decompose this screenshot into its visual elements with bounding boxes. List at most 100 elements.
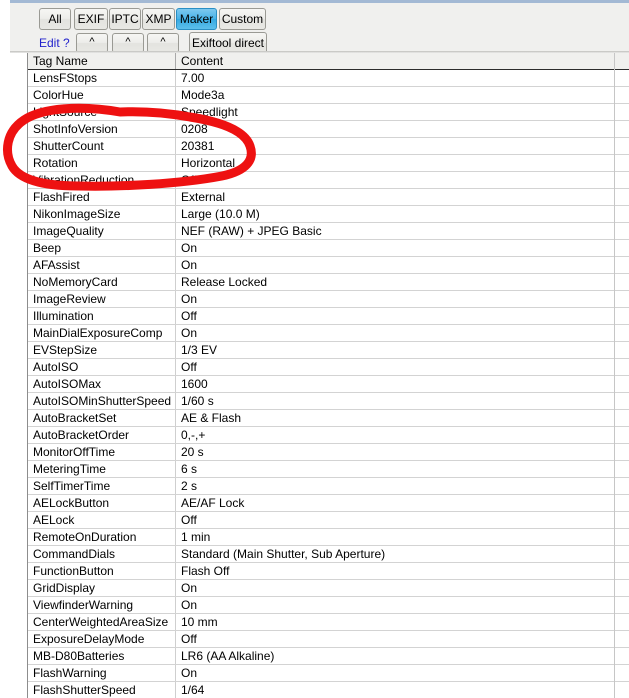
tab-all[interactable]: All [39, 8, 71, 30]
cell-content: 7.00 [181, 71, 205, 85]
table-row[interactable]: MainDialExposureComp On [28, 325, 629, 342]
cell-content: 1/64 [181, 683, 205, 697]
chevron-up-button-1[interactable]: ^ [76, 33, 108, 53]
table-row[interactable]: FlashShutterSpeed 1/64 [28, 682, 629, 698]
table-row[interactable]: AFAssist On [28, 257, 629, 274]
metadata-table-panel[interactable]: Tag Name Content LensFStops 7.00 ColorHue M… [10, 53, 629, 698]
cell-content: Mode3a [181, 88, 225, 102]
table-row[interactable]: RemoteOnDuration 1 min [28, 529, 629, 546]
table-row[interactable]: AutoISO Off [28, 359, 629, 376]
chevron-up-icon: ^ [160, 35, 166, 48]
cell-content: On [181, 258, 198, 272]
table-row[interactable]: VibrationReduction Off [28, 172, 629, 189]
cell-tag-name: Rotation [28, 155, 176, 171]
table-row[interactable]: Rotation Horizontal [28, 155, 629, 172]
cell-content: NEF (RAW) + JPEG Basic [181, 224, 322, 238]
table-row[interactable]: MeteringTime 6 s [28, 461, 629, 478]
column-header-content[interactable]: Content [176, 53, 629, 69]
tab-custom[interactable]: Custom [219, 8, 266, 30]
table-row[interactable]: Beep On [28, 240, 629, 257]
cell-tag-name: ColorHue [28, 87, 176, 103]
cell-content: AE & Flash [181, 411, 242, 425]
table-row[interactable]: CommandDials Standard (Main Shutter, Sub … [28, 546, 629, 563]
table-row[interactable]: MonitorOffTime 20 s [28, 444, 629, 461]
cell-tag-name: AutoISO [28, 359, 176, 375]
table-row[interactable]: ShotInfoVersion 0208 [28, 121, 629, 138]
table-row[interactable]: FlashWarning On [28, 665, 629, 682]
table-row[interactable]: NoMemoryCard Release Locked [28, 274, 629, 291]
cell-tag-name: MB-D80Batteries [28, 648, 176, 664]
edit-link[interactable]: Edit ? [39, 36, 70, 50]
cell-tag-name: LightSource [28, 104, 176, 120]
table-row[interactable]: Illumination Off [28, 308, 629, 325]
table-row[interactable]: GridDisplay On [28, 580, 629, 597]
tab-maker[interactable]: Maker [176, 8, 217, 30]
cell-content: Off [181, 173, 197, 187]
tab-iptc[interactable]: IPTC [109, 8, 141, 30]
cell-tag-name: AELockButton [28, 495, 176, 511]
cell-tag-name: CommandDials [28, 546, 176, 562]
chevron-up-button-3[interactable]: ^ [147, 33, 179, 53]
table-row[interactable]: SelfTimerTime 2 s [28, 478, 629, 495]
tab-custom-label: Custom [221, 12, 264, 26]
toolbar: All EXIF IPTC XMP Maker Custom Edit ? ^ … [10, 3, 629, 54]
cell-content: AE/AF Lock [181, 496, 245, 510]
table-row[interactable]: LensFStops 7.00 [28, 70, 629, 87]
cell-tag-name: LensFStops [28, 70, 176, 86]
table-row[interactable]: MB-D80Batteries LR6 (AA Alkaline) [28, 648, 629, 665]
cell-tag-name: ImageReview [28, 291, 176, 307]
table-row[interactable]: AutoISOMax 1600 [28, 376, 629, 393]
table-row[interactable]: AELock Off [28, 512, 629, 529]
table-row[interactable]: ViewfinderWarning On [28, 597, 629, 614]
cell-content: Off [181, 309, 197, 323]
cell-content: 1600 [181, 377, 208, 391]
cell-tag-name: RemoteOnDuration [28, 529, 176, 545]
tab-iptc-label: IPTC [111, 12, 139, 26]
cell-tag-name: MeteringTime [28, 461, 176, 477]
table-row[interactable]: AutoBracketSet AE & Flash [28, 410, 629, 427]
cell-content: On [181, 581, 198, 595]
table-row[interactable]: NikonImageSize Large (10.0 M) [28, 206, 629, 223]
cell-tag-name: Beep [28, 240, 176, 256]
exiftool-direct-label: Exiftool direct [191, 36, 265, 50]
table-row[interactable]: AutoISOMinShutterSpeed 1/60 s [28, 393, 629, 410]
cell-content: 10 mm [181, 615, 218, 629]
cell-tag-name: FlashWarning [28, 665, 176, 681]
table-row[interactable]: AELockButton AE/AF Lock [28, 495, 629, 512]
table-row[interactable]: ShutterCount 20381 [28, 138, 629, 155]
table-row[interactable]: ImageReview On [28, 291, 629, 308]
table-row[interactable]: ExposureDelayMode Off [28, 631, 629, 648]
cell-tag-name: FunctionButton [28, 563, 176, 579]
chevron-up-button-2[interactable]: ^ [112, 33, 144, 53]
column-header-tag-name[interactable]: Tag Name [28, 53, 176, 69]
table-row[interactable]: AutoBracketOrder 0,-,+ [28, 427, 629, 444]
tab-xmp[interactable]: XMP [142, 8, 175, 30]
table-row[interactable]: CenterWeightedAreaSize 10 mm [28, 614, 629, 631]
cell-content: Speedlight [181, 105, 238, 119]
table-row[interactable]: LightSource Speedlight [28, 104, 629, 121]
cell-tag-name: AutoISOMax [28, 376, 176, 392]
table-row[interactable]: ColorHue Mode3a [28, 87, 629, 104]
tab-maker-label: Maker [179, 12, 214, 26]
cell-content: Large (10.0 M) [181, 207, 260, 221]
cell-content: 2 s [181, 479, 198, 493]
cell-tag-name: AELock [28, 512, 176, 528]
cell-content: LR6 (AA Alkaline) [181, 649, 275, 663]
cell-content: On [181, 598, 198, 612]
cell-content: 0208 [181, 122, 208, 136]
table-row[interactable]: FlashFired External [28, 189, 629, 206]
cell-content: On [181, 326, 198, 340]
cell-tag-name: AutoBracketSet [28, 410, 176, 426]
table-row[interactable]: ImageQuality NEF (RAW) + JPEG Basic [28, 223, 629, 240]
table-row[interactable]: EVStepSize 1/3 EV [28, 342, 629, 359]
cell-tag-name: FlashShutterSpeed [28, 682, 176, 698]
chevron-up-icon: ^ [125, 35, 131, 48]
cell-tag-name: ShutterCount [28, 138, 176, 154]
cell-tag-name: FlashFired [28, 189, 176, 205]
cell-tag-name: AFAssist [28, 257, 176, 273]
tab-exif[interactable]: EXIF [74, 8, 108, 30]
cell-content: Release Locked [181, 275, 268, 289]
cell-tag-name: ExposureDelayMode [28, 631, 176, 647]
table-row[interactable]: FunctionButton Flash Off [28, 563, 629, 580]
cell-tag-name: MainDialExposureComp [28, 325, 176, 341]
